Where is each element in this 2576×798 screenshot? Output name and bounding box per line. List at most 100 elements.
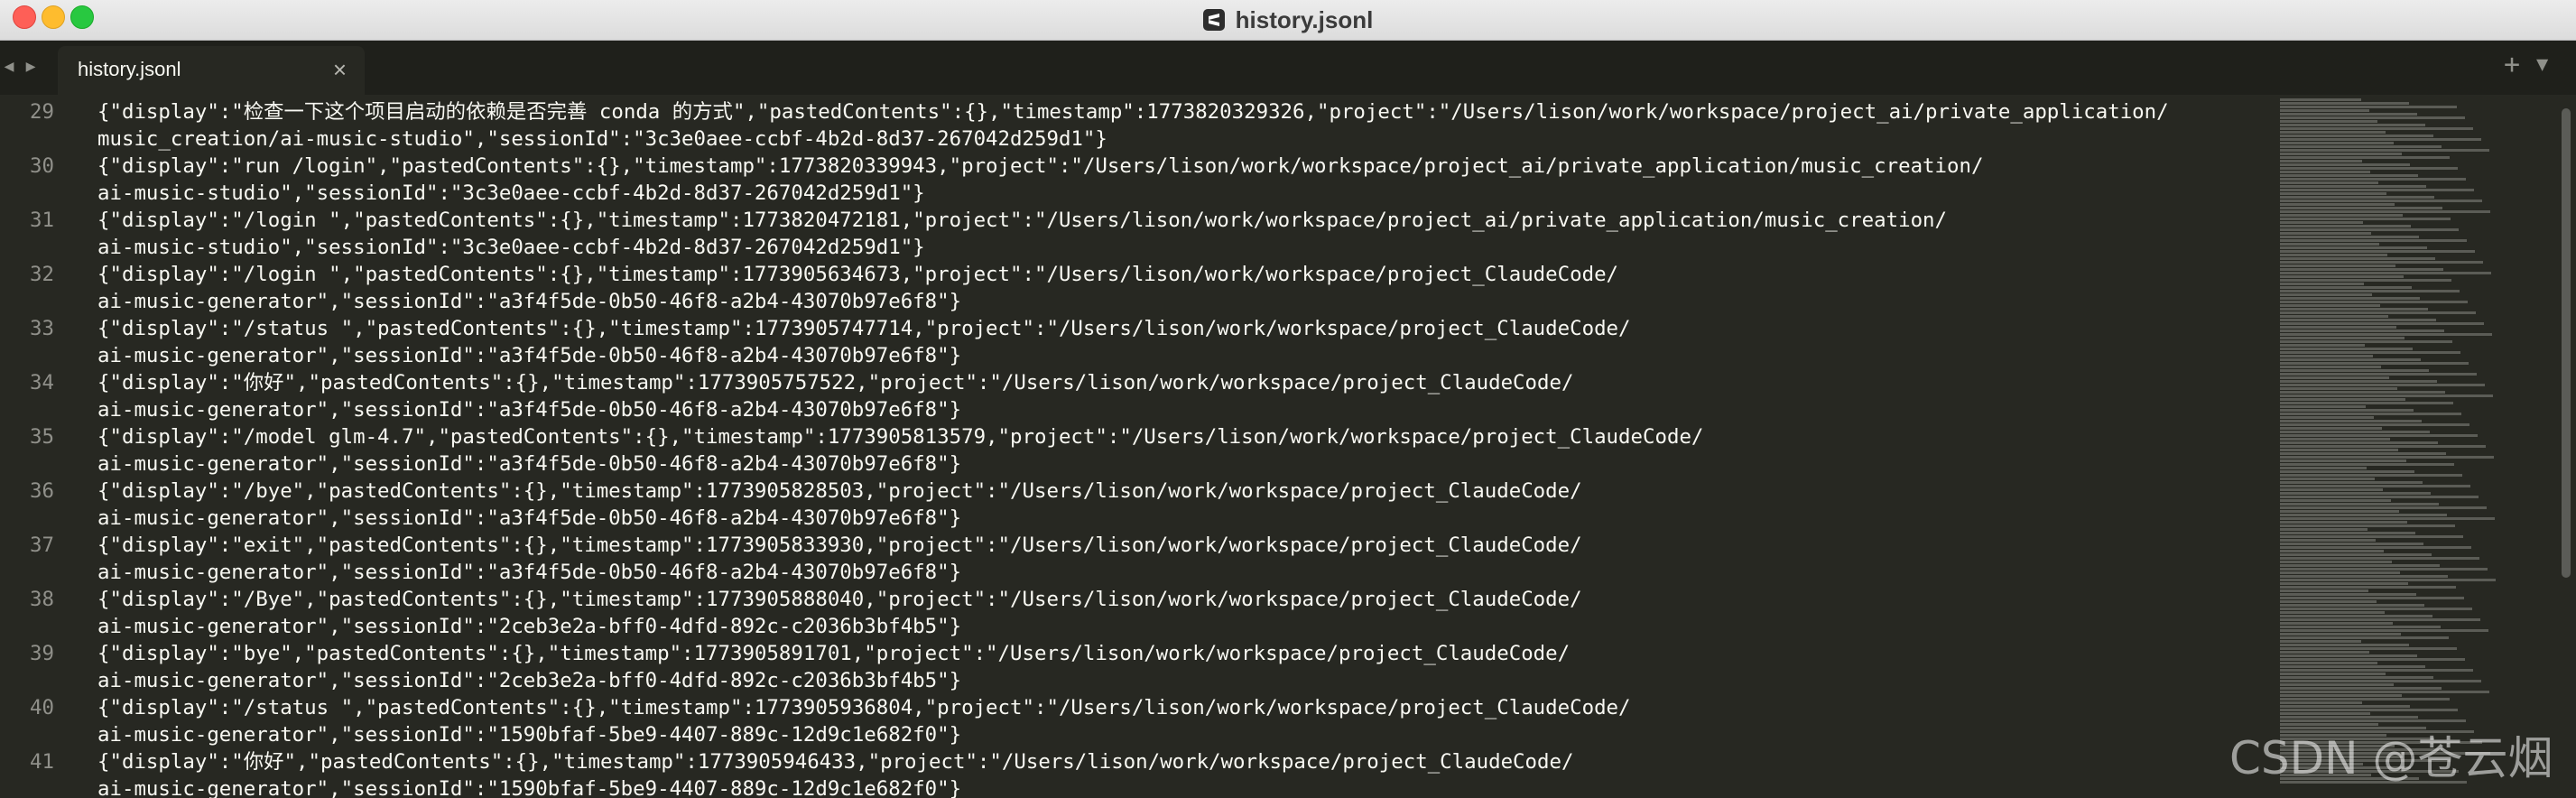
minimap-line xyxy=(2280,676,2433,679)
minimap-line xyxy=(2280,145,2442,148)
minimap-line xyxy=(2280,329,2444,332)
minimap-line xyxy=(2280,427,2382,430)
watermark: CSDN @苍云烟 xyxy=(2229,732,2553,784)
minimap-line xyxy=(2280,589,2368,592)
minimap-line xyxy=(2280,416,2374,419)
minimap-line xyxy=(2280,344,2365,347)
minimap-line xyxy=(2280,608,2472,610)
line-text: {"display":"/login ","pastedContents":{}… xyxy=(97,209,1948,232)
minimap-line xyxy=(2280,185,2426,188)
code-line-wrap[interactable]: ai-music-generator","sessionId":"a3f4f5d… xyxy=(0,342,2275,369)
code-line[interactable]: 37 {"display":"exit","pastedContents":{},… xyxy=(0,532,2275,559)
minimap-line xyxy=(2280,665,2425,668)
minimap-line xyxy=(2280,550,2384,552)
code-line-wrap[interactable]: ai-music-generator","sessionId":"a3f4f5d… xyxy=(0,450,2275,478)
minimap-line xyxy=(2280,326,2396,329)
minimap-line xyxy=(2280,618,2480,621)
line-text: {"display":"/Bye","pastedContents":{},"t… xyxy=(97,588,1582,611)
minimap-line xyxy=(2280,629,2488,632)
code-line[interactable]: 36 {"display":"/bye","pastedContents":{},… xyxy=(0,478,2275,505)
tab-history-jsonl[interactable]: history.jsonl × xyxy=(58,46,365,95)
minimap-line xyxy=(2280,279,2451,282)
new-tab-icon[interactable]: + xyxy=(2504,51,2520,79)
tab-menu-icon[interactable]: ▼ xyxy=(2536,55,2548,75)
minimap-line xyxy=(2280,153,2402,155)
minimap-line xyxy=(2280,535,2463,538)
code-line[interactable]: 40 {"display":"/status ","pastedContents"… xyxy=(0,694,2275,721)
code-line-wrap[interactable]: music_creation/ai-music-studio","session… xyxy=(0,125,2275,153)
line-text-wrap: ai-music-generator","sessionId":"a3f4f5d… xyxy=(97,506,962,530)
minimap-line xyxy=(2280,528,2368,531)
minimap-line xyxy=(2280,189,2474,191)
code-line-wrap[interactable]: ai-music-generator","sessionId":"1590bfa… xyxy=(0,721,2275,748)
code-line[interactable]: 35 {"display":"/model glm-4.7","pastedCon… xyxy=(0,423,2275,450)
minimap-line xyxy=(2280,174,2418,177)
minimap-line xyxy=(2280,636,2449,639)
code-line-wrap[interactable]: ai-music-generator","sessionId":"2ceb3e2… xyxy=(0,667,2275,694)
line-text: {"display":"/model glm-4.7","pastedConte… xyxy=(97,425,1704,449)
line-number: 32 xyxy=(30,263,54,286)
minimap-line xyxy=(2280,167,2458,170)
minimap-line xyxy=(2280,203,2395,206)
minimap-line xyxy=(2280,647,2457,650)
code-line[interactable]: 39 {"display":"bye","pastedContents":{},"… xyxy=(0,640,2275,667)
sublime-text-icon xyxy=(1202,9,1225,31)
minimap-line xyxy=(2280,376,2389,379)
code-line-wrap[interactable]: ai-music-generator","sessionId":"a3f4f5d… xyxy=(0,559,2275,586)
code-line-wrap[interactable]: ai-music-generator","sessionId":"2ceb3e2… xyxy=(0,613,2275,640)
minimap-line xyxy=(2280,315,2388,318)
minimap-line xyxy=(2280,467,2367,469)
code-line[interactable]: 29 {"display":"检查一下这个项目启动的依赖是否完善 conda 的方… xyxy=(0,98,2275,125)
minimap-line xyxy=(2280,268,2443,271)
tab-back-icon[interactable]: ◀ xyxy=(0,57,18,77)
code-line[interactable]: 34 {"display":"你好","pastedContents":{},"t… xyxy=(0,369,2275,396)
code-line-wrap[interactable]: ai-music-studio","sessionId":"3c3e0aee-c… xyxy=(0,180,2275,207)
minimap-line xyxy=(2280,539,2376,542)
code-line[interactable]: 41 {"display":"你好","pastedContents":{},"t… xyxy=(0,748,2275,775)
minimap-line xyxy=(2280,225,2411,227)
minimap-line xyxy=(2280,553,2432,556)
line-text-wrap: ai-music-generator","sessionId":"2ceb3e2… xyxy=(97,669,962,692)
line-text: {"display":"/status ","pastedContents":{… xyxy=(97,696,1631,719)
code-line[interactable]: 30 {"display":"run /login","pastedContent… xyxy=(0,153,2275,180)
minimap-line xyxy=(2280,207,2442,209)
code-line[interactable]: 33 {"display":"/status ","pastedContents"… xyxy=(0,315,2275,342)
minimap-line xyxy=(2280,394,2493,397)
scrollbar-thumb[interactable] xyxy=(2562,108,2571,578)
line-number: 37 xyxy=(30,534,54,557)
minimap-line xyxy=(2280,391,2445,394)
minimap-line xyxy=(2280,716,2418,719)
tab-forward-icon[interactable]: ▶ xyxy=(22,57,40,77)
editor-text-area[interactable]: 29 {"display":"检查一下这个项目启动的依赖是否完善 conda 的方… xyxy=(0,95,2275,798)
code-line-wrap[interactable]: ai-music-generator","sessionId":"a3f4f5d… xyxy=(0,396,2275,423)
minimap-line xyxy=(2280,135,2433,137)
minimap-line xyxy=(2280,474,2462,477)
minimap-line xyxy=(2280,149,2489,152)
minimap-line xyxy=(2280,402,2453,404)
minimap-line xyxy=(2280,673,2386,675)
minimap-line xyxy=(2280,420,2422,422)
minimap-line xyxy=(2280,694,2402,697)
tab-close-icon[interactable]: × xyxy=(333,57,347,82)
line-number: 34 xyxy=(30,371,54,394)
minimap-line xyxy=(2280,413,2461,415)
code-line[interactable]: 38 {"display":"/Bye","pastedContents":{},… xyxy=(0,586,2275,613)
minimap-line xyxy=(2280,228,2459,231)
line-number: 38 xyxy=(30,588,54,611)
minimap-line xyxy=(2280,561,2392,563)
line-text-wrap: ai-music-generator","sessionId":"1590bfa… xyxy=(97,777,962,798)
minimap-line xyxy=(2280,524,2455,527)
code-line[interactable]: 32 {"display":"/login ","pastedContents":… xyxy=(0,261,2275,288)
code-line-wrap[interactable]: ai-music-generator","sessionId":"a3f4f5d… xyxy=(0,288,2275,315)
code-line-wrap[interactable]: ai-music-studio","sessionId":"3c3e0aee-c… xyxy=(0,234,2275,261)
minimap[interactable] xyxy=(2276,95,2547,798)
code-line-wrap[interactable]: ai-music-generator","sessionId":"1590bfa… xyxy=(0,775,2275,798)
line-text-wrap: ai-music-studio","sessionId":"3c3e0aee-c… xyxy=(97,181,925,205)
code-line[interactable]: 31 {"display":"/login ","pastedContents":… xyxy=(0,207,2275,234)
code-line-wrap[interactable]: ai-music-generator","sessionId":"a3f4f5d… xyxy=(0,505,2275,532)
minimap-line xyxy=(2280,163,2410,166)
minimap-line xyxy=(2280,160,2362,162)
minimap-line xyxy=(2280,301,2468,303)
minimap-line xyxy=(2280,124,2425,126)
minimap-line xyxy=(2280,705,2410,708)
